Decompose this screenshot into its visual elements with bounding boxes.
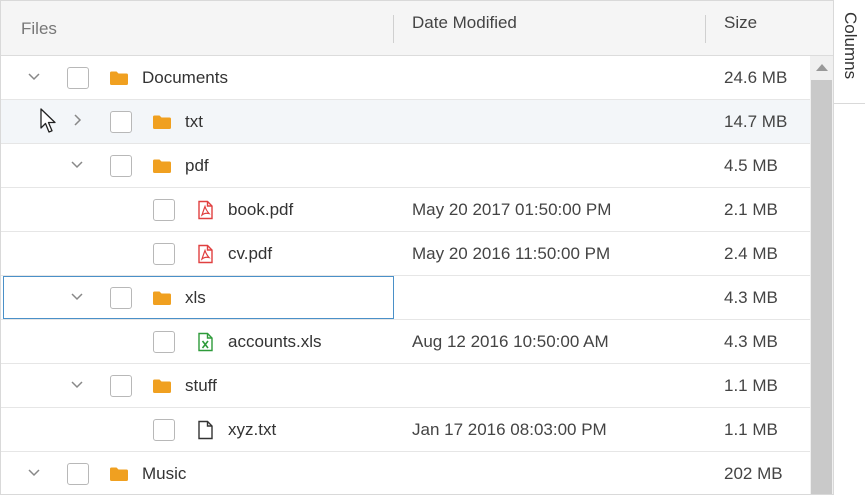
- chevron-down-icon[interactable]: [69, 156, 85, 172]
- table-row[interactable]: xyz.txt Jan 17 2016 08:03:00 PM 1.1 MB: [1, 408, 810, 452]
- row-checkbox[interactable]: [153, 331, 175, 353]
- table-row[interactable]: stuff 1.1 MB: [1, 364, 810, 408]
- row-checkbox[interactable]: [67, 67, 89, 89]
- folder-icon: [152, 156, 172, 176]
- pdf-file-icon: [195, 200, 215, 220]
- chevron-down-icon[interactable]: [26, 464, 42, 480]
- row-size: 202 MB: [724, 464, 783, 483]
- file-tree-grid: Files Date Modified Size Documents 24.6 M…: [0, 0, 833, 495]
- files-column-header[interactable]: Files: [21, 1, 57, 56]
- row-date-modified: May 20 2016 11:50:00 PM: [412, 244, 611, 263]
- table-row[interactable]: cv.pdf May 20 2016 11:50:00 PM 2.4 MB: [1, 232, 810, 276]
- row-size: 24.6 MB: [724, 68, 788, 87]
- row-name: xls: [185, 288, 206, 307]
- table-row[interactable]: pdf 4.5 MB: [1, 144, 810, 188]
- row-name: xyz.txt: [228, 420, 277, 439]
- folder-icon: [109, 68, 129, 88]
- date-modified-column-header[interactable]: Date Modified: [412, 1, 517, 45]
- chevron-right-icon[interactable]: [69, 112, 85, 128]
- scrollbar-thumb[interactable]: [811, 80, 832, 494]
- row-checkbox[interactable]: [153, 199, 175, 221]
- chevron-down-icon[interactable]: [26, 68, 42, 84]
- row-name: book.pdf: [228, 200, 294, 219]
- columns-tab[interactable]: Columns: [834, 0, 865, 104]
- table-row[interactable]: accounts.xls Aug 12 2016 10:50:00 AM 4.3 M…: [1, 320, 810, 364]
- folder-icon: [109, 464, 129, 484]
- row-date-modified: Jan 17 2016 08:03:00 PM: [412, 420, 607, 439]
- row-date-modified: May 20 2017 01:50:00 PM: [412, 200, 612, 219]
- row-checkbox[interactable]: [110, 287, 132, 309]
- row-size: 2.1 MB: [724, 200, 778, 219]
- row-size: 4.3 MB: [724, 332, 778, 351]
- row-name: accounts.xls: [228, 332, 322, 351]
- row-checkbox[interactable]: [67, 463, 89, 485]
- columns-tab-label: Columns: [841, 12, 860, 80]
- row-size: 4.3 MB: [724, 288, 778, 307]
- table-row[interactable]: xls 4.3 MB: [1, 276, 810, 320]
- row-date-modified: Aug 12 2016 10:50:00 AM: [412, 332, 609, 351]
- chevron-down-icon[interactable]: [69, 288, 85, 304]
- row-name: txt: [185, 112, 203, 131]
- scroll-up-icon[interactable]: [816, 64, 828, 71]
- column-separator[interactable]: [393, 15, 394, 43]
- row-name: stuff: [185, 376, 217, 395]
- grid-header: Files Date Modified Size: [1, 1, 833, 56]
- row-checkbox[interactable]: [153, 243, 175, 265]
- folder-icon: [152, 288, 172, 308]
- mouse-pointer-icon: [40, 108, 56, 133]
- folder-icon: [152, 376, 172, 396]
- row-name: pdf: [185, 156, 209, 175]
- vertical-scrollbar[interactable]: [810, 56, 833, 494]
- table-row[interactable]: Music 202 MB: [1, 452, 810, 494]
- row-checkbox[interactable]: [110, 111, 132, 133]
- excel-file-icon: [195, 332, 215, 352]
- row-name: cv.pdf: [228, 244, 273, 263]
- side-panel: Columns: [833, 0, 865, 495]
- row-size: 1.1 MB: [724, 420, 778, 439]
- row-checkbox[interactable]: [153, 419, 175, 441]
- column-separator[interactable]: [705, 15, 706, 43]
- size-column-header[interactable]: Size: [724, 1, 757, 45]
- row-size: 14.7 MB: [724, 112, 788, 131]
- table-row[interactable]: book.pdf May 20 2017 01:50:00 PM 2.1 MB: [1, 188, 810, 232]
- row-size: 2.4 MB: [724, 244, 778, 263]
- row-size: 4.5 MB: [724, 156, 778, 175]
- row-name: Documents: [142, 68, 228, 87]
- file-icon: [195, 420, 215, 440]
- row-checkbox[interactable]: [110, 375, 132, 397]
- table-row[interactable]: txt 14.7 MB: [1, 100, 810, 144]
- table-row[interactable]: Documents 24.6 MB: [1, 56, 810, 100]
- chevron-down-icon[interactable]: [69, 376, 85, 392]
- row-size: 1.1 MB: [724, 376, 778, 395]
- row-checkbox[interactable]: [110, 155, 132, 177]
- pdf-file-icon: [195, 244, 215, 264]
- folder-icon: [152, 112, 172, 132]
- row-name: Music: [142, 464, 187, 483]
